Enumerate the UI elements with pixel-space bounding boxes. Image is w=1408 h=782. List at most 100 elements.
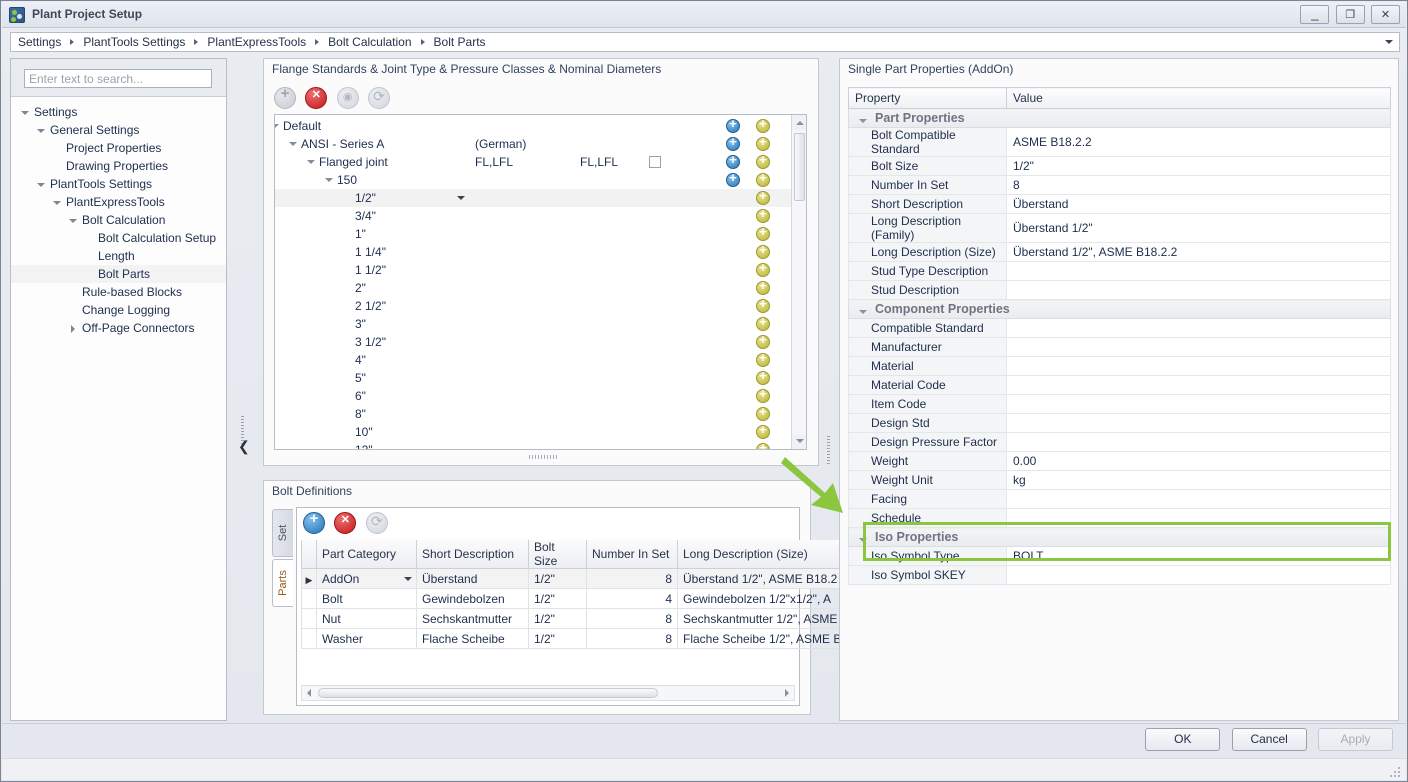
flange-tree-row[interactable]: 1 1/4"	[275, 242, 791, 261]
cell-part-category[interactable]: Washer	[316, 628, 417, 649]
search-input[interactable]	[24, 69, 212, 88]
property-row[interactable]: Material	[848, 356, 1391, 376]
property-value[interactable]	[1006, 280, 1391, 300]
delete-icon[interactable]	[305, 87, 328, 109]
property-value[interactable]: 8	[1006, 175, 1391, 195]
sidebar-item-settings[interactable]: Settings	[11, 103, 226, 121]
add-yellow-icon[interactable]	[756, 368, 770, 385]
add-yellow-icon[interactable]	[756, 440, 770, 449]
property-row[interactable]: Iso Symbol SKEY	[848, 565, 1391, 585]
property-group-header[interactable]: Component Properties	[848, 299, 1391, 319]
expander-icon[interactable]	[305, 153, 317, 171]
add-yellow-icon[interactable]	[756, 278, 770, 295]
cell-bolt-size[interactable]: 1/2"	[528, 628, 587, 649]
expander-icon[interactable]	[51, 196, 64, 209]
cancel-button[interactable]: Cancel	[1231, 728, 1307, 751]
property-row[interactable]: Iso Symbol Type BOLT	[848, 546, 1391, 566]
table-row[interactable]: Nut Sechskantmutter 1/2" 8 Sechskantmutter 1…	[301, 608, 878, 629]
flange-tree-row[interactable]: 10"	[275, 422, 791, 441]
cell-short-description[interactable]: Sechskantmutter	[416, 608, 529, 629]
add-yellow-icon[interactable]	[756, 404, 770, 421]
add-yellow-icon[interactable]	[756, 314, 770, 331]
breadcrumb-item[interactable]: Settings	[18, 35, 61, 49]
breadcrumb-item[interactable]: Bolt Parts	[434, 35, 486, 49]
cell-number-in-set[interactable]: 8	[586, 628, 678, 649]
sidebar-item-bolt-calculation[interactable]: Bolt Calculation	[11, 211, 226, 229]
flange-tree-row[interactable]: 1/2"	[275, 188, 791, 207]
property-group-header[interactable]: Iso Properties	[848, 527, 1391, 547]
add-blue-icon[interactable]	[726, 152, 740, 169]
expander-icon[interactable]	[67, 214, 80, 227]
scroll-down-icon[interactable]	[792, 434, 806, 449]
flange-tree-row[interactable]: ANSI - Series A (German)	[275, 134, 791, 153]
breadcrumb-item[interactable]: Bolt Calculation	[328, 35, 411, 49]
sidebar-item-planttools-settings[interactable]: PlantTools Settings	[11, 175, 226, 193]
property-value[interactable]	[1006, 356, 1391, 376]
property-row[interactable]: Schedule	[848, 508, 1391, 528]
add-icon[interactable]	[274, 85, 296, 109]
property-row[interactable]: Design Std	[848, 413, 1391, 433]
property-row[interactable]: Material Code	[848, 375, 1391, 395]
expander-icon[interactable]	[35, 124, 48, 137]
add-yellow-icon[interactable]	[756, 134, 770, 151]
expander-icon[interactable]	[35, 178, 48, 191]
column-header[interactable]: Number In Set	[586, 540, 678, 569]
property-value[interactable]: Überstand	[1006, 194, 1391, 214]
property-value[interactable]: ASME B18.2.2	[1006, 127, 1391, 157]
scroll-left-icon[interactable]	[302, 686, 316, 700]
expander-icon[interactable]	[275, 117, 281, 135]
flange-tree-row[interactable]: 3 1/2"	[275, 332, 791, 351]
add-yellow-icon[interactable]	[756, 224, 770, 241]
property-row[interactable]: Long Description (Size) Überstand 1/2", A…	[848, 242, 1391, 262]
property-value[interactable]	[1006, 565, 1391, 585]
property-value[interactable]	[1006, 337, 1391, 357]
collapse-sidebar-icon[interactable]: ❮	[238, 438, 250, 455]
property-row[interactable]: Stud Description	[848, 280, 1391, 300]
add-yellow-icon[interactable]	[756, 386, 770, 403]
resize-grip-icon[interactable]	[1390, 765, 1402, 777]
column-header[interactable]: Part Category	[316, 540, 417, 569]
flange-tree-grid[interactable]: DefaultANSI - Series A(German)Flanged jo…	[274, 114, 807, 450]
panel-resize-grip-icon[interactable]	[529, 455, 557, 459]
property-row[interactable]: Item Code	[848, 394, 1391, 414]
property-value[interactable]	[1006, 261, 1391, 281]
cell-part-category[interactable]: Bolt	[316, 588, 417, 609]
refresh-icon[interactable]	[368, 87, 391, 109]
property-value[interactable]: 1/2"	[1006, 156, 1391, 176]
chevron-down-icon[interactable]	[404, 577, 412, 581]
close-button[interactable]: ✕	[1371, 5, 1400, 24]
table-row[interactable]: Bolt Gewindebolzen 1/2" 4 Gewindebolzen 1/2"…	[301, 588, 878, 609]
expander-icon[interactable]	[287, 135, 299, 153]
add-blue-icon[interactable]	[726, 116, 740, 133]
property-value[interactable]	[1006, 375, 1391, 395]
bolt-parts-table[interactable]: Part Category Short Description Bolt Size N…	[301, 540, 878, 679]
add-icon[interactable]	[303, 510, 325, 534]
property-value[interactable]	[1006, 318, 1391, 338]
cell-number-in-set[interactable]: 4	[586, 588, 678, 609]
flange-tree-row[interactable]: 150	[275, 170, 791, 189]
property-row[interactable]: Design Pressure Factor	[848, 432, 1391, 452]
ok-button[interactable]: OK	[1145, 728, 1221, 751]
row-checkbox[interactable]	[649, 156, 661, 168]
property-row[interactable]: Weight 0.00	[848, 451, 1391, 471]
cell-bolt-size[interactable]: 1/2"	[528, 608, 587, 629]
property-row[interactable]: Compatible Standard	[848, 318, 1391, 338]
cell-number-in-set[interactable]: 8	[586, 608, 678, 629]
property-value[interactable]	[1006, 432, 1391, 452]
flange-tree-row[interactable]: 6"	[275, 386, 791, 405]
flange-tree-row[interactable]: 8"	[275, 404, 791, 423]
cell-short-description[interactable]: Gewindebolzen	[416, 588, 529, 609]
property-value[interactable]: kg	[1006, 470, 1391, 490]
scrollbar-thumb[interactable]	[318, 688, 658, 698]
column-header[interactable]: Bolt Size	[528, 540, 587, 569]
property-value[interactable]	[1006, 489, 1391, 509]
property-row[interactable]: Facing	[848, 489, 1391, 509]
breadcrumb-item[interactable]: PlantTools Settings	[83, 35, 185, 49]
property-value[interactable]: BOLT	[1006, 546, 1391, 566]
scroll-up-icon[interactable]	[792, 115, 806, 130]
chevron-down-icon[interactable]	[457, 196, 465, 200]
flange-tree-row[interactable]: 3"	[275, 314, 791, 333]
add-yellow-icon[interactable]	[756, 116, 770, 133]
table-row[interactable]: ▶ AddOn Überstand 1/2" 8 Überstand 1/2", ASME…	[301, 568, 878, 589]
property-value[interactable]: Überstand 1/2"	[1006, 213, 1391, 243]
